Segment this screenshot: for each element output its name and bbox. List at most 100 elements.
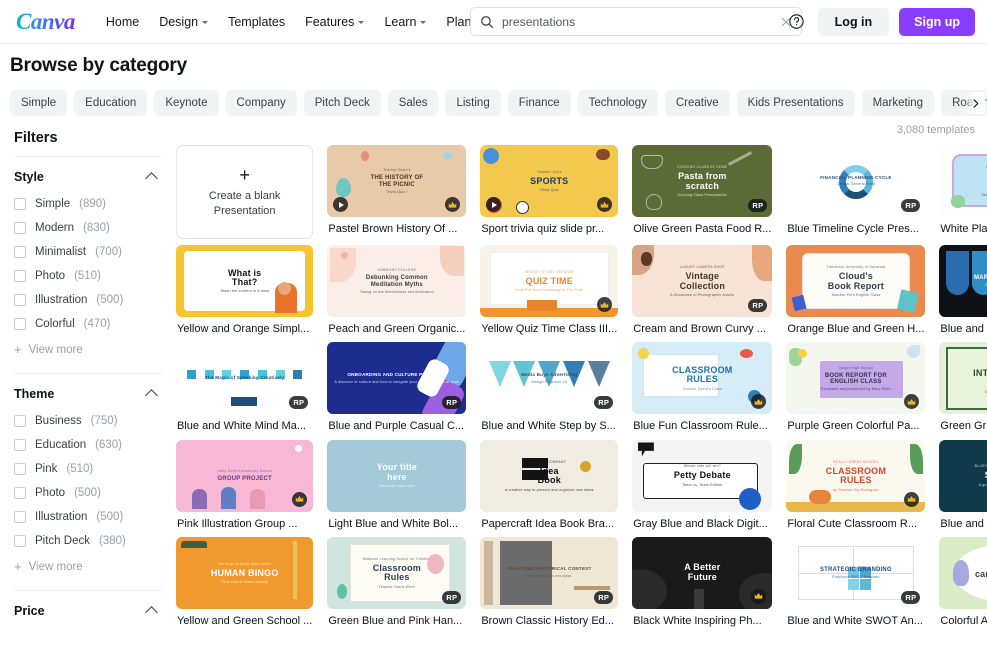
checkbox[interactable] [14, 511, 26, 523]
checkbox[interactable] [14, 415, 26, 427]
filter-group-header[interactable]: Theme [10, 383, 162, 409]
help-icon[interactable] [786, 11, 808, 33]
template-thumbnail[interactable]: LUXURY CAMERA SHOPVintageCollectionA Sho… [632, 245, 772, 317]
template-label[interactable]: Blue Timeline Cycle Pres... [786, 217, 925, 236]
view-more-button[interactable]: +View more [10, 336, 162, 363]
template-thumbnail[interactable]: Teacher Joy'sSPORTSTrivia Quiz [480, 145, 618, 217]
template-label[interactable]: Yellow and Orange Simpl... [176, 317, 313, 336]
filter-option[interactable]: Business(750) [10, 409, 162, 433]
template-thumbnail[interactable]: Trenchard University of SarasotaCloud'sB… [786, 245, 925, 317]
template-label[interactable]: Peach and Green Organic... [327, 317, 466, 336]
template-thumbnail[interactable]: Target High SchoolBOOK REPORT FORENGLISH… [786, 342, 925, 414]
filter-option[interactable]: Pink(510) [10, 457, 162, 481]
template-label[interactable]: Orange Blue and Green H... [786, 317, 925, 336]
filter-option[interactable]: Photo(500) [10, 481, 162, 505]
view-more-button[interactable]: +View more [10, 553, 162, 580]
filter-option[interactable]: Pitch Deck(380) [10, 529, 162, 553]
template-thumbnail[interactable]: CLASSROOMRULESTeacher Devid's Class [632, 342, 772, 414]
template-thumbnail[interactable]: ARBOR COMPANYIdeaBookA creative way to p… [480, 440, 618, 512]
template-thumbnail[interactable]: REALLY GREAT SCHOOLCLASSROOMRULESby Teac… [786, 440, 925, 512]
template-thumbnail[interactable]: HARMONY COLLEGEDebunking CommonMeditatio… [327, 245, 466, 317]
template-thumbnail[interactable]: FINANCIAL PLANNING CYCLECentral General … [786, 145, 925, 217]
nav-item-templates[interactable]: Templates [219, 9, 294, 35]
filter-option[interactable]: Illustration(500) [10, 505, 162, 529]
template-thumbnail[interactable]: Geography | Grade XIINTRODUCTIONTO MAPST… [939, 342, 987, 414]
template-thumbnail[interactable]: Media Buys AdvertisingDesign Proposal '2… [480, 342, 618, 414]
nav-item-design[interactable]: Design [150, 9, 217, 35]
template-thumbnail[interactable]: ONBOARDING AND CULTURE PLAYBOOKA discove… [327, 342, 466, 414]
category-chip[interactable]: Pitch Deck [304, 90, 381, 116]
template-thumbnail[interactable]: Get to go to know them betterHUMAN BINGO… [176, 537, 313, 609]
template-label[interactable]: White Playful English Cla... [939, 217, 987, 236]
template-thumbnail[interactable]: Whose side will win?Petty DebateTeam vs.… [632, 440, 772, 512]
filter-option[interactable]: Colorful(470) [10, 312, 162, 336]
template-label[interactable]: Blue and Purple Casual C... [327, 414, 466, 433]
template-thumbnail[interactable]: STRATEGIC BRANDINGEmployee SWOT Template… [786, 537, 925, 609]
template-label[interactable]: Blue and White Mind Ma... [176, 414, 313, 433]
template-thumbnail[interactable]: WEEKLY STUDY SESSIONQUIZ TIMELet's Put Y… [480, 245, 618, 317]
template-label[interactable]: Blue and Green Business ... [939, 512, 987, 531]
template-label[interactable]: Papercraft Idea Book Bra... [480, 512, 618, 531]
template-thumbnail[interactable]: Your titlehereAnd enter idea here [327, 440, 466, 512]
filter-option[interactable]: Minimalist(700) [10, 240, 162, 264]
filter-option[interactable]: Modern(830) [10, 216, 162, 240]
nav-item-learn[interactable]: Learn [375, 9, 435, 35]
template-label[interactable]: Green Blue and Pink Han... [327, 609, 466, 628]
canva-logo[interactable]: Canva [12, 9, 75, 35]
checkbox[interactable] [14, 246, 26, 258]
template-thumbnail[interactable]: Teacher Bobo'sTHE HISTORY OFTHE PICNICTr… [327, 145, 466, 217]
template-label[interactable]: Sport trivia quiz slide pr... [480, 217, 618, 236]
template-label[interactable]: Brown Classic History Ed... [480, 609, 618, 628]
checkbox[interactable] [14, 463, 26, 475]
template-label[interactable]: Pastel Brown History Of ... [327, 217, 466, 236]
checkbox[interactable] [14, 270, 26, 282]
category-chip[interactable]: Kids Presentations [737, 90, 855, 116]
template-label[interactable]: Black White Inspiring Ph... [632, 609, 772, 628]
checkbox[interactable] [14, 487, 26, 499]
category-chip[interactable]: Keynote [154, 90, 218, 116]
template-label[interactable]: Blue Fun Classroom Rule... [632, 414, 772, 433]
template-label[interactable]: Blue and White SWOT An... [786, 609, 925, 628]
checkbox[interactable] [14, 222, 26, 234]
checkbox[interactable] [14, 535, 26, 547]
template-thumbnail[interactable]: MARKETING FUNNELS5 Step Marketing Overvi… [939, 245, 987, 317]
category-chip[interactable]: Simple [10, 90, 67, 116]
search-input[interactable] [494, 14, 780, 30]
template-thumbnail[interactable]: ANALYZING HISTORICAL CONTEXTReconstructi… [480, 537, 618, 609]
category-chip[interactable]: Technology [578, 90, 658, 116]
template-label[interactable]: Cream and Brown Curvy ... [632, 317, 772, 336]
filter-option[interactable]: Simple(890) [10, 192, 162, 216]
template-thumbnail[interactable]: Until wecan meet againBest Friends Forev… [939, 537, 987, 609]
checkbox[interactable] [14, 318, 26, 330]
template-label[interactable]: Yellow Quiz Time Class III... [480, 317, 618, 336]
template-label[interactable]: Purple Green Colorful Pa... [786, 414, 925, 433]
filter-option[interactable]: Photo(510) [10, 264, 162, 288]
category-chip[interactable]: Listing [445, 90, 500, 116]
checkbox[interactable] [14, 294, 26, 306]
template-label[interactable]: Light Blue and White Bol... [327, 512, 466, 531]
template-thumbnail[interactable]: Holly Cobb Elementary SchoolGROUP PROJEC… [176, 440, 313, 512]
filter-option[interactable]: Illustration(500) [10, 288, 162, 312]
create-blank-presentation-card[interactable]: +Create a blank Presentation [176, 145, 313, 239]
signup-button[interactable]: Sign up [899, 8, 975, 36]
template-label[interactable]: Yellow and Green School ... [176, 609, 313, 628]
template-label[interactable]: Blue and White Step by S... [480, 414, 618, 433]
filter-group-header[interactable]: Style [10, 166, 162, 192]
template-label[interactable]: Gray Blue and Black Digit... [632, 512, 772, 531]
category-chip[interactable]: Company [226, 90, 297, 116]
template-thumbnail[interactable]: BLUEV SOLUTIONS, INC. PRESENTSStart It U… [939, 440, 987, 512]
template-thumbnail[interactable]: Midwood Learning School for ChildrenClas… [327, 537, 466, 609]
template-label[interactable]: Floral Cute Classroom R... [786, 512, 925, 531]
nav-item-home[interactable]: Home [97, 9, 148, 35]
template-thumbnail[interactable]: What isThat?Teach the content in 5 mins [176, 245, 313, 317]
template-thumbnail[interactable]: A BetterFuture [632, 537, 772, 609]
template-label[interactable]: Colorful Abstract Patter... [939, 609, 987, 628]
category-chip[interactable]: Finance [508, 90, 571, 116]
login-button[interactable]: Log in [818, 8, 890, 36]
category-chip[interactable]: Education [74, 90, 147, 116]
template-thumbnail[interactable]: Funya Elementary SchoolENGLISHCLASSTeach… [939, 145, 987, 217]
search-bar[interactable] [470, 7, 802, 36]
template-label[interactable]: Olive Green Pasta Food R... [632, 217, 772, 236]
category-chip[interactable]: Marketing [862, 90, 935, 116]
template-label[interactable]: Pink Illustration Group ... [176, 512, 313, 531]
